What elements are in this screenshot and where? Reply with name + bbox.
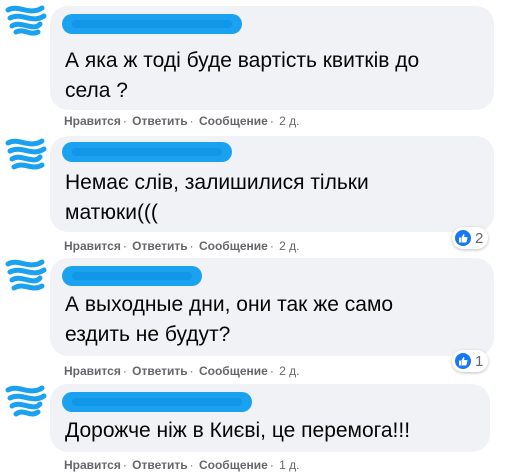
avatar-redacted — [5, 5, 47, 36]
comment-bubble: Дорожче ніж в Києві, це перемога!!! — [50, 384, 490, 452]
comment-bubble: А выходные дни, они так же само ездить н… — [50, 258, 494, 356]
message-button[interactable]: Сообщение — [199, 364, 268, 378]
comment-bubble: Немає слів, залишилися тільки матюки((( — [50, 136, 494, 232]
timestamp[interactable]: 2 д. — [279, 364, 299, 378]
reply-button[interactable]: Ответить — [132, 239, 187, 253]
like-button[interactable]: Нравится — [64, 458, 121, 472]
reply-button[interactable]: Ответить — [132, 458, 187, 472]
comment-text-line: матюки((( — [65, 201, 158, 224]
like-button[interactable]: Нравится — [64, 114, 121, 128]
message-button[interactable]: Сообщение — [199, 239, 268, 253]
reaction-count: 2 — [475, 229, 484, 247]
author-name-redacted[interactable] — [62, 14, 242, 34]
like-button[interactable]: Нравится — [64, 239, 121, 253]
reply-button[interactable]: Ответить — [132, 364, 187, 378]
like-button[interactable]: Нравится — [64, 364, 121, 378]
timestamp[interactable]: 2 д. — [279, 239, 299, 253]
author-name-redacted[interactable] — [62, 142, 232, 162]
comment-text-line: Дорожче ніж в Києві, це перемога!!! — [65, 419, 411, 442]
author-name-redacted[interactable] — [62, 266, 202, 286]
comment-bubble: А яка ж тоді буде вартість квитків до се… — [50, 6, 494, 110]
reaction-count: 1 — [475, 352, 484, 370]
comment-text-line: А яка ж тоді буде вартість квитків до — [65, 49, 420, 72]
reaction-summary[interactable]: 1 — [452, 350, 489, 372]
comment-actions: Нравится · Ответить · Сообщение · 2 д. — [64, 114, 300, 128]
avatar-redacted — [5, 259, 47, 291]
like-icon — [455, 230, 471, 246]
comment-text-line: ездить не будут? — [65, 323, 231, 346]
avatar-redacted — [5, 385, 47, 417]
avatar-redacted — [5, 138, 47, 170]
comment-actions: Нравится · Ответить · Сообщение · 2 д. — [64, 239, 300, 253]
message-button[interactable]: Сообщение — [199, 458, 268, 472]
timestamp[interactable]: 1 д. — [279, 458, 299, 472]
comment-text-line: села ? — [65, 79, 128, 102]
comment-actions: Нравится · Ответить · Сообщение · 1 д. — [64, 458, 300, 472]
comment-text-line: А выходные дни, они так же само — [65, 293, 394, 316]
like-icon — [455, 353, 471, 369]
reply-button[interactable]: Ответить — [132, 114, 187, 128]
author-name-redacted[interactable] — [62, 392, 252, 412]
message-button[interactable]: Сообщение — [199, 114, 268, 128]
comment-text-line: Немає слів, залишилися тільки — [65, 171, 369, 194]
comment-actions: Нравится · Ответить · Сообщение · 2 д. — [64, 364, 300, 378]
reaction-summary[interactable]: 2 — [452, 227, 489, 249]
timestamp[interactable]: 2 д. — [279, 114, 299, 128]
